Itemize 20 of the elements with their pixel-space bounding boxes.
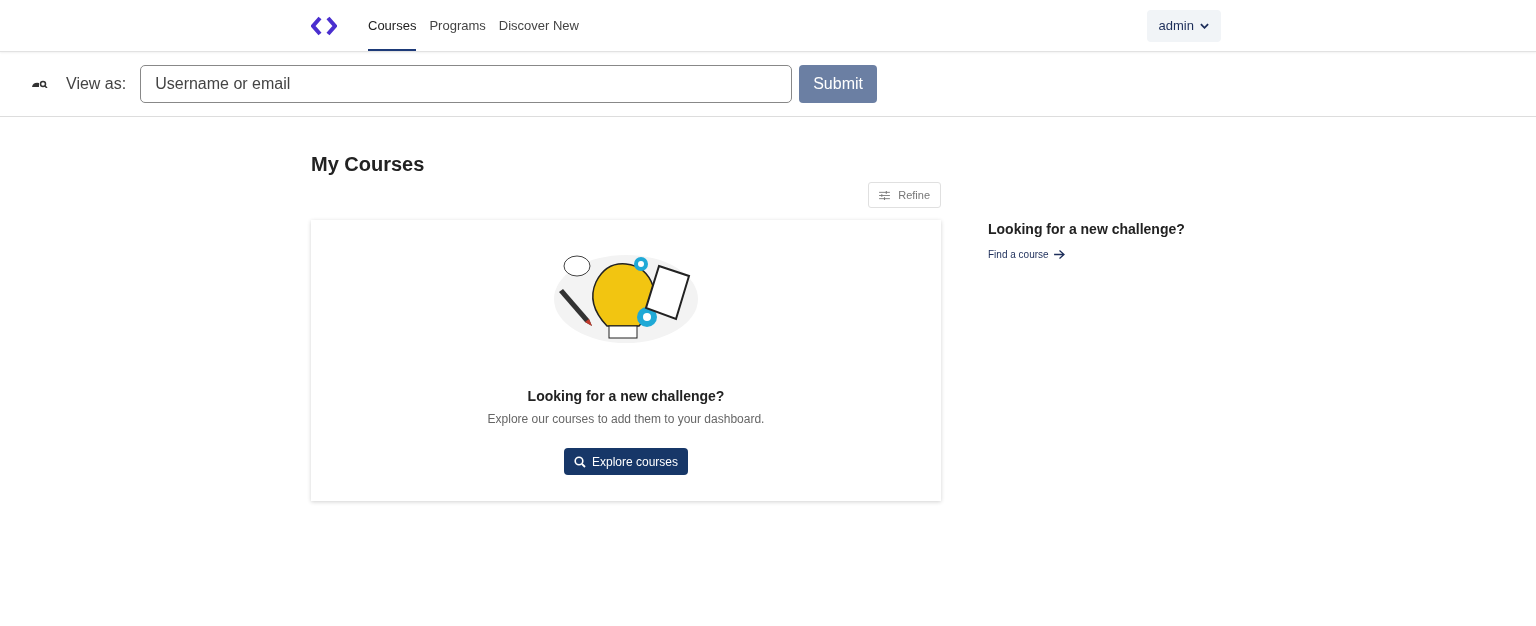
user-search-icon: [32, 80, 48, 88]
nav-tab[interactable]: Programs: [429, 0, 486, 51]
user-menu-button[interactable]: admin: [1146, 9, 1221, 42]
explore-courses-button[interactable]: Explore courses: [563, 448, 688, 475]
username-field[interactable]: Username or email: [140, 65, 793, 103]
chevron-down-icon: [1200, 22, 1209, 29]
refine-button[interactable]: Refine: [868, 182, 941, 208]
arrow-right-icon: [1053, 250, 1065, 259]
empty-state-title: Looking for a new challenge?: [527, 388, 725, 404]
nav-tab[interactable]: Courses: [368, 0, 417, 51]
nav-tab[interactable]: Discover New: [498, 0, 579, 51]
view-as-label: View as:: [66, 75, 127, 93]
page-title: My Courses: [311, 153, 426, 176]
logo-icon[interactable]: [311, 15, 337, 36]
sidebar-title: Looking for a new challenge?: [988, 221, 1185, 237]
search-icon: [573, 455, 586, 468]
submit-button[interactable]: Submit: [799, 65, 877, 103]
find-course-link[interactable]: Find a course: [988, 249, 1185, 260]
empty-state-text: Explore our courses to add them to your dashboard.: [487, 412, 765, 426]
sliders-icon: [879, 190, 891, 200]
